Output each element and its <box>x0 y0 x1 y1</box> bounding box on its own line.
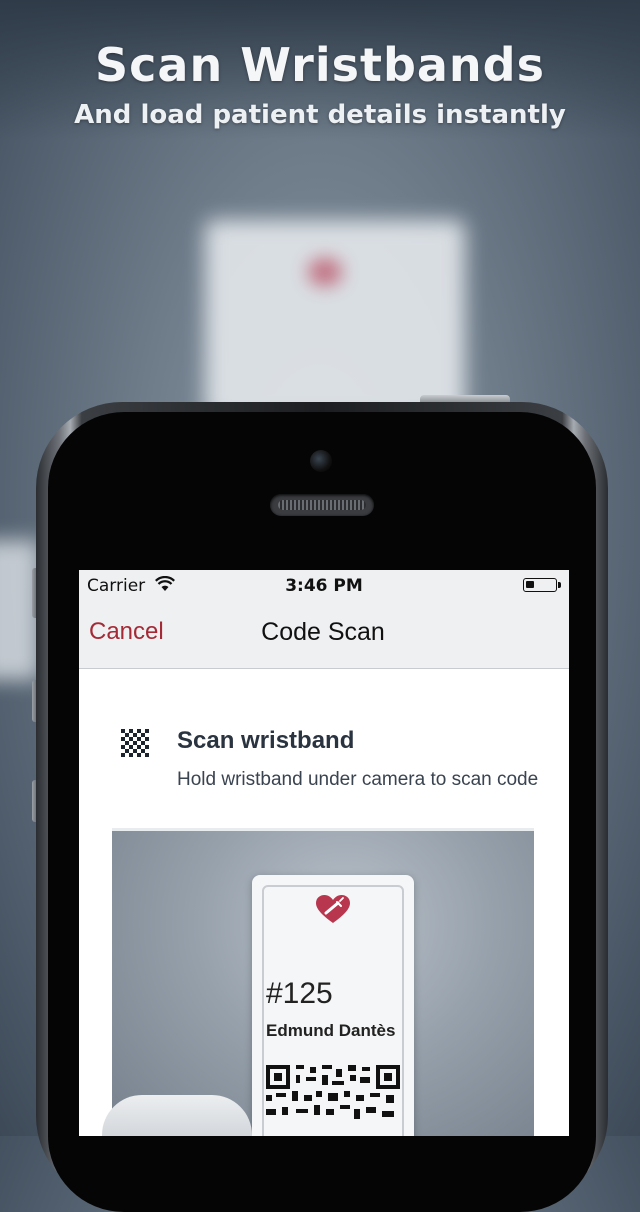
scan-title: Scan wristband <box>177 727 355 754</box>
navigation-bar: Carrier 3:46 PM Cancel Code Scan <box>79 570 569 669</box>
wristband-qr-code <box>266 1065 400 1119</box>
battery-icon <box>523 578 561 592</box>
status-bar: Carrier 3:46 PM <box>79 570 569 602</box>
wristband-roll <box>102 1095 252 1136</box>
scan-instructions: Hold wristband under camera to scan code <box>177 769 539 790</box>
page-title: Code Scan <box>261 618 385 646</box>
background-blurred-heart <box>308 258 342 286</box>
phone-speaker <box>270 494 374 516</box>
wristband-label: #125 Edmund Dantès <box>252 875 414 1136</box>
phone-screen: Carrier 3:46 PM Cancel Code Scan Scan wr… <box>79 570 569 1136</box>
front-camera <box>310 450 332 472</box>
patient-name: Edmund Dantès <box>266 1021 396 1040</box>
background-blurred-wristband <box>205 220 465 420</box>
promo-headline: Scan Wristbands <box>95 38 545 92</box>
camera-preview: #125 Edmund Dantès <box>102 828 534 1136</box>
status-time: 3:46 PM <box>285 576 363 596</box>
heart-syringe-icon <box>316 895 350 923</box>
promo-subheadline: And load patient details instantly <box>74 100 566 130</box>
patient-number: #125 <box>266 977 333 1010</box>
qr-code-icon <box>121 729 149 757</box>
